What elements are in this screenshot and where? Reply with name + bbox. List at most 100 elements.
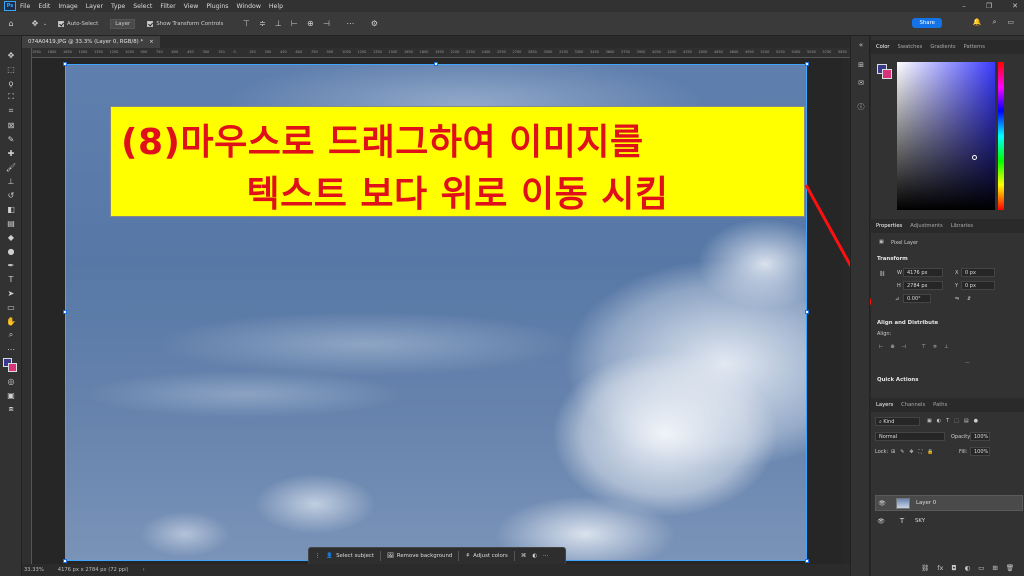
home-icon[interactable]: ⌂: [6, 19, 16, 29]
close-window-icon[interactable]: ✕: [1012, 2, 1018, 10]
delete-layer-icon[interactable]: 🗑: [1006, 564, 1014, 572]
status-chevron-icon[interactable]: ›: [143, 567, 145, 573]
visibility-eye-icon[interactable]: 👁: [875, 518, 887, 525]
menu-image[interactable]: Image: [58, 3, 77, 10]
path-select-tool-icon[interactable]: ➤: [0, 286, 22, 300]
align-icons[interactable]: ⊢⊕⊣ ⊤≑⊥: [879, 344, 955, 350]
tab-libraries[interactable]: Libraries: [951, 223, 973, 229]
color-swatches[interactable]: [0, 356, 22, 374]
hue-slider[interactable]: [998, 62, 1004, 210]
transform-handle-middle-left[interactable]: [63, 310, 67, 314]
tab-patterns[interactable]: Patterns: [964, 44, 985, 50]
menu-help[interactable]: Help: [269, 3, 283, 10]
adjustment-layer-icon[interactable]: ◐: [965, 564, 971, 572]
collapse-panels-icon[interactable]: «: [851, 36, 871, 54]
type-tool-icon[interactable]: T: [0, 272, 22, 286]
x-field[interactable]: 0 px: [961, 268, 995, 277]
flip-horizontal-icon[interactable]: ⇋: [955, 296, 959, 302]
transform-handle-top-left[interactable]: [63, 62, 67, 66]
menu-edit[interactable]: Edit: [38, 3, 50, 10]
move-tool-icon[interactable]: ✥: [30, 19, 40, 29]
align-left-icon[interactable]: ⊢: [289, 19, 299, 29]
menu-layer[interactable]: Layer: [86, 3, 103, 10]
select-subject-button[interactable]: 👤 Select subject: [326, 553, 374, 559]
tab-paths[interactable]: Paths: [933, 402, 947, 408]
link-layers-icon[interactable]: ⛓: [921, 564, 929, 572]
crop-tool-icon[interactable]: ⌗: [0, 104, 22, 118]
auto-select-checkbox[interactable]: Auto-Select: [58, 20, 98, 27]
learn-icon[interactable]: ⊞: [851, 56, 871, 74]
lock-icons[interactable]: ⊞✎✥⛶🔒: [891, 449, 938, 455]
tab-gradients[interactable]: Gradients: [930, 44, 955, 50]
brush-tool-icon[interactable]: 🖌: [0, 160, 22, 174]
quick-mask-icon[interactable]: ◎: [0, 374, 22, 388]
tab-properties[interactable]: Properties: [876, 223, 902, 229]
more-tools-icon[interactable]: ⋯: [0, 342, 22, 356]
transform-icon[interactable]: ⌘: [521, 553, 526, 559]
fill-field[interactable]: 100%: [970, 447, 990, 456]
transform-handle-top-middle[interactable]: [434, 62, 438, 66]
align-right-icon[interactable]: ⊣: [321, 19, 331, 29]
lasso-tool-icon[interactable]: ϙ: [0, 76, 22, 90]
quick-actions-title[interactable]: Quick Actions: [877, 377, 918, 383]
tab-swatches[interactable]: Swatches: [898, 44, 923, 50]
marquee-tool-icon[interactable]: ⬚: [0, 62, 22, 76]
add-mask-icon[interactable]: ◘: [951, 564, 956, 572]
visibility-eye-icon[interactable]: 👁: [876, 500, 888, 507]
restore-icon[interactable]: ❐: [986, 2, 992, 10]
menu-view[interactable]: View: [184, 3, 199, 10]
kind-filter-dropdown[interactable]: ⌕ Kind: [875, 417, 920, 426]
fx-icon[interactable]: fx: [937, 564, 943, 572]
panel-background-swatch[interactable]: [882, 69, 892, 79]
eraser-tool-icon[interactable]: ◧: [0, 202, 22, 216]
gradient-tool-icon[interactable]: ▤: [0, 216, 22, 230]
menu-window[interactable]: Window: [237, 3, 261, 10]
menu-filter[interactable]: Filter: [160, 3, 175, 10]
rectangle-tool-icon[interactable]: ▭: [0, 300, 22, 314]
info-icon[interactable]: ⓘ: [851, 98, 871, 116]
filter-icons[interactable]: ▣◐T⬚▤●: [927, 418, 983, 424]
height-field[interactable]: 2784 px: [903, 281, 943, 290]
tab-color[interactable]: Color: [876, 44, 890, 50]
new-group-icon[interactable]: ▭: [978, 564, 984, 572]
vertical-ruler[interactable]: [22, 48, 32, 564]
move-tool-icon[interactable]: ✥: [0, 48, 22, 62]
align-bottom-icon[interactable]: ⊥: [273, 19, 283, 29]
photoshop-logo[interactable]: Ps: [4, 1, 16, 11]
opacity-field[interactable]: 100%: [970, 432, 990, 441]
tab-channels[interactable]: Channels: [901, 402, 925, 408]
comments-icon[interactable]: ✉: [851, 74, 871, 92]
blur-tool-icon[interactable]: ◆: [0, 230, 22, 244]
transform-handle-middle-right[interactable]: [805, 310, 809, 314]
minimize-icon[interactable]: –: [962, 2, 966, 10]
menu-plugins[interactable]: Plugins: [206, 3, 228, 10]
color-picker-field[interactable]: [897, 62, 995, 210]
clone-stamp-tool-icon[interactable]: ⊥: [0, 174, 22, 188]
y-field[interactable]: 0 px: [961, 281, 995, 290]
width-field[interactable]: 4176 px: [903, 268, 943, 277]
hand-tool-icon[interactable]: ✋: [0, 314, 22, 328]
remove-background-button[interactable]: 🖼 Remove background: [387, 553, 452, 559]
frame-tool-icon[interactable]: ⊠: [0, 118, 22, 132]
document-tab[interactable]: 074A0419.JPG @ 33.3% (Layer 0, RGB/8) * …: [22, 36, 160, 48]
color-picker-cursor[interactable]: [972, 155, 977, 160]
more-options-icon[interactable]: ⋯: [345, 19, 355, 29]
transform-handle-bottom-left[interactable]: [63, 559, 67, 563]
align-center-icon[interactable]: ⊕: [305, 19, 315, 29]
align-more-icon[interactable]: ⋯: [965, 360, 970, 366]
menu-type[interactable]: Type: [111, 3, 125, 10]
menu-select[interactable]: Select: [133, 3, 152, 10]
more-icon[interactable]: ⋯: [543, 553, 548, 559]
tab-layers[interactable]: Layers: [876, 402, 893, 408]
workspace-icon[interactable]: ▭: [1007, 18, 1014, 27]
mask-icon[interactable]: ⧈: [0, 402, 22, 416]
dodge-tool-icon[interactable]: ●: [0, 244, 22, 258]
transform-handle-bottom-right[interactable]: [805, 559, 809, 563]
tab-adjustments[interactable]: Adjustments: [910, 223, 943, 229]
settings-gear-icon[interactable]: ⚙: [369, 19, 379, 29]
flip-vertical-icon[interactable]: ⇵: [967, 296, 971, 302]
zoom-level[interactable]: 33.33%: [24, 567, 44, 573]
eyedropper-tool-icon[interactable]: ✎: [0, 132, 22, 146]
show-transform-checkbox[interactable]: Show Transform Controls: [147, 20, 223, 27]
layer-row[interactable]: 👁 Layer 0: [875, 495, 1023, 511]
